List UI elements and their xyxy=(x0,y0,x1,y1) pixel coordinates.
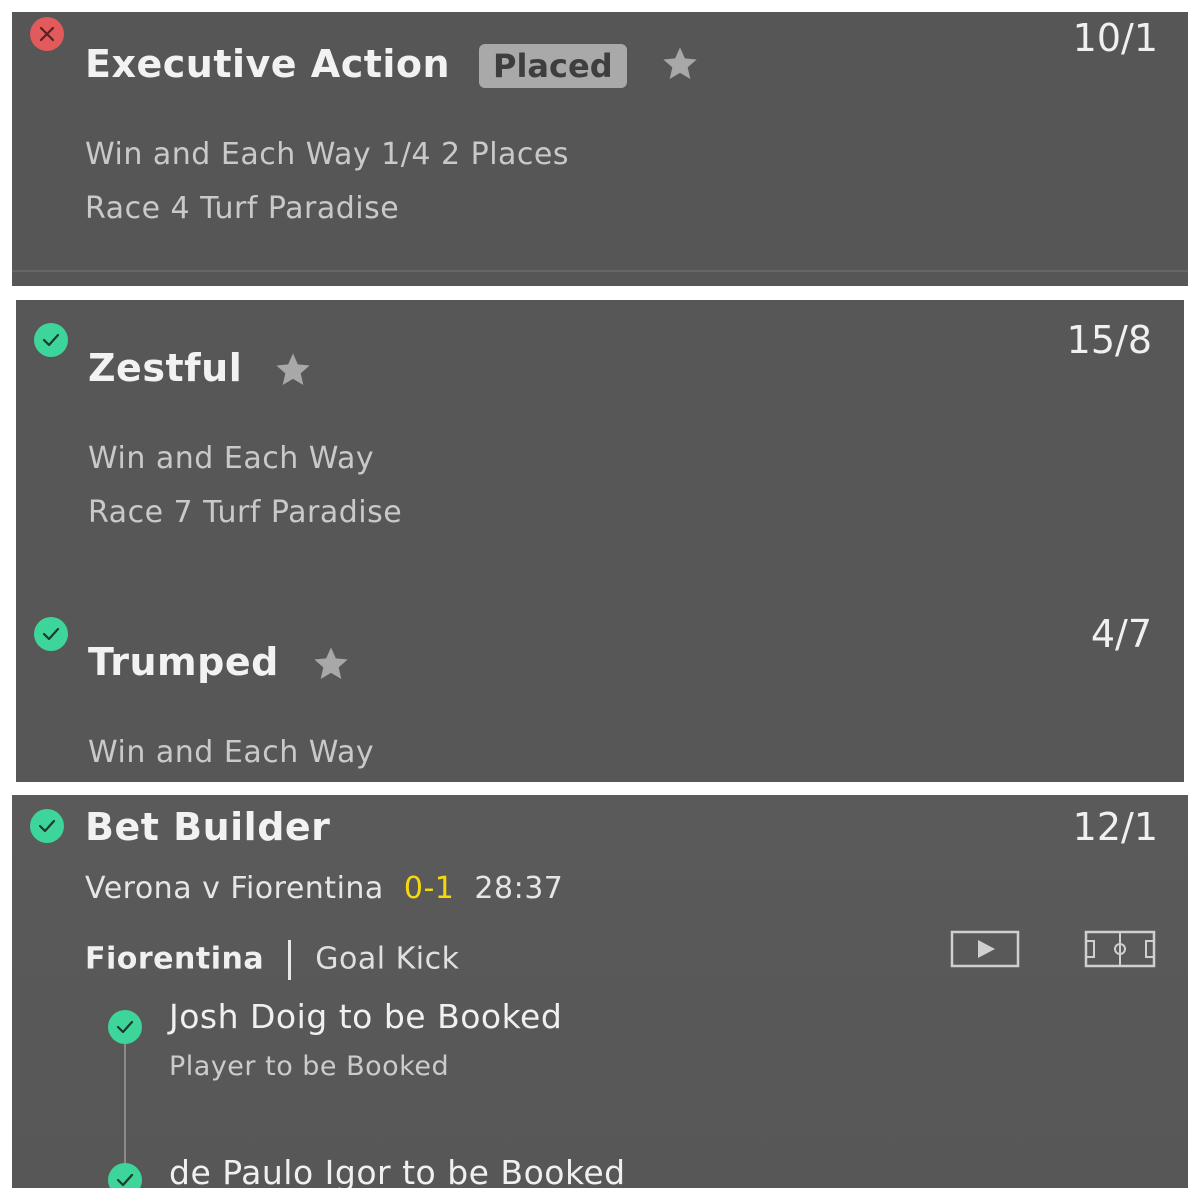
event-name: Race 4 Turf Paradise xyxy=(85,191,400,226)
star-icon[interactable] xyxy=(273,350,313,390)
leg-won-icon xyxy=(108,1163,142,1188)
live-event: Goal Kick xyxy=(315,941,460,977)
market-name: Win and Each Way xyxy=(88,441,375,476)
live-team: Fiorentina xyxy=(85,941,265,977)
odds[interactable]: 4/7 xyxy=(1091,612,1152,656)
bet-card-double[interactable]: Zestful 15/8 Win and Each Way Race 7 Tur… xyxy=(16,300,1184,782)
market-name: Win and Each Way xyxy=(88,735,375,770)
event-name: Race 7 Turf Paradise xyxy=(88,495,403,530)
match-score: 0-1 xyxy=(403,871,455,906)
leg-market: Player to be Booked xyxy=(169,1051,450,1082)
won-status-icon xyxy=(34,323,68,357)
leg-title: Josh Doig to be Booked xyxy=(169,997,563,1036)
match-clock: 28:37 xyxy=(474,871,564,906)
odds[interactable]: 15/8 xyxy=(1067,318,1152,362)
lost-status-icon xyxy=(30,17,64,51)
leg-title: de Paulo Igor to be Booked xyxy=(169,1153,626,1188)
match-line[interactable]: Verona v Fiorentina 0-1 28:37 xyxy=(85,871,563,906)
selection-name: Zestful xyxy=(88,346,243,390)
bet-builder-card[interactable]: Bet Builder 12/1 Verona v Fiorentina 0-1… xyxy=(12,795,1188,1188)
odds[interactable]: 12/1 xyxy=(1073,805,1158,849)
leg-won-icon xyxy=(108,1010,142,1044)
star-icon[interactable] xyxy=(660,44,700,84)
won-status-icon xyxy=(30,809,64,843)
won-status-icon xyxy=(34,617,68,651)
pitch-icon[interactable] xyxy=(1084,930,1156,970)
bet-builder-title: Bet Builder xyxy=(85,805,331,849)
selection-name: Trumped xyxy=(88,640,279,684)
placed-badge: Placed xyxy=(479,44,627,88)
market-name: Win and Each Way 1/4 2 Places xyxy=(85,137,569,172)
selection-name: Executive Action xyxy=(85,42,451,86)
play-icon[interactable] xyxy=(950,930,1020,970)
divider xyxy=(12,270,1188,272)
separator xyxy=(288,940,292,980)
star-icon[interactable] xyxy=(311,644,351,684)
live-event-line: Fiorentina Goal Kick xyxy=(85,940,459,980)
bet-card-executive-action[interactable]: Executive Action Placed 10/1 Win and Eac… xyxy=(12,12,1188,286)
match-name: Verona v Fiorentina xyxy=(85,871,384,906)
odds[interactable]: 10/1 xyxy=(1073,16,1158,60)
